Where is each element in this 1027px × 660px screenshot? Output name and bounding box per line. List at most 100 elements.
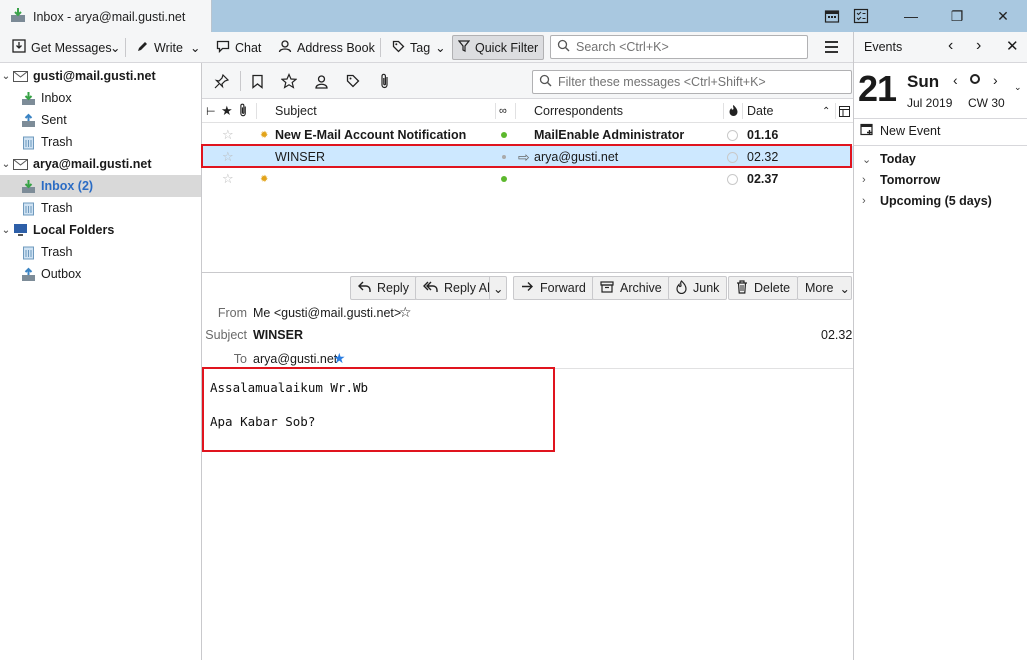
- chevron-down-icon[interactable]: ⌄: [0, 71, 12, 82]
- chevron-down-icon[interactable]: ⌄: [1014, 82, 1022, 93]
- folder-trash[interactable]: Trash: [0, 131, 201, 153]
- previous-day-small-icon[interactable]: ‹: [953, 72, 958, 88]
- address-book-button[interactable]: Address Book: [272, 35, 381, 60]
- unread-dot[interactable]: [501, 168, 507, 190]
- hamburger-menu-button[interactable]: [820, 38, 842, 58]
- star-icon[interactable]: ☆: [222, 124, 234, 146]
- chevron-down-icon[interactable]: ⌄: [0, 159, 12, 170]
- more-button[interactable]: More ⌄: [797, 276, 852, 300]
- write-button[interactable]: Write: [130, 35, 189, 60]
- message-row[interactable]: ☆ ✹ New E-Mail Account Notification Mail…: [202, 124, 853, 146]
- delete-button[interactable]: Delete: [728, 276, 799, 300]
- close-events-icon[interactable]: ✕: [1006, 37, 1019, 55]
- account-arya[interactable]: ⌄ arya@mail.gusti.net: [0, 153, 201, 175]
- reply-all-dropdown[interactable]: ⌄: [489, 276, 508, 300]
- forward-button[interactable]: Forward: [513, 276, 594, 300]
- star-filled-icon[interactable]: ★: [333, 350, 346, 367]
- new-event-button[interactable]: New Event: [860, 122, 940, 139]
- weekday: Sun: [907, 72, 940, 91]
- subject-column-label: Subject: [275, 104, 317, 118]
- read-status-column[interactable]: ∞: [499, 99, 507, 123]
- chevron-down-icon[interactable]: ⌄: [0, 225, 12, 236]
- tag-filter-icon[interactable]: [344, 72, 362, 90]
- events-divider: [854, 145, 1027, 146]
- star-icon[interactable]: ☆: [222, 168, 234, 190]
- search-input[interactable]: Search <Ctrl+K>: [550, 35, 808, 59]
- starred-column[interactable]: ★: [221, 99, 233, 123]
- contact-filter-icon[interactable]: [312, 72, 330, 90]
- message-date: 02.37: [747, 172, 779, 186]
- folder-inbox-selected[interactable]: Inbox (2): [0, 175, 201, 197]
- tasks-icon[interactable]: [851, 6, 871, 26]
- tab-inbox[interactable]: Inbox - arya@mail.gusti.net: [0, 0, 212, 33]
- junk-status-column[interactable]: [729, 99, 738, 123]
- from-value[interactable]: Me <gusti@mail.gusti.net>: [253, 306, 401, 320]
- chevron-down-icon: ⌄: [862, 153, 872, 166]
- correspondents-column-header[interactable]: Correspondents: [534, 99, 623, 123]
- reply-all-button[interactable]: Reply All: [415, 276, 500, 300]
- sticky-pin-icon[interactable]: [212, 72, 230, 90]
- folder-trash[interactable]: Trash: [0, 241, 201, 263]
- reply-icon: [358, 281, 371, 296]
- star-filter-icon[interactable]: [280, 72, 298, 90]
- quick-filter-button[interactable]: Quick Filter: [452, 35, 545, 60]
- message-correspondent: MailEnable Administrator: [534, 128, 685, 142]
- folder-trash[interactable]: Trash: [0, 197, 201, 219]
- events-pane: Events ‹ › ✕ 21 Sun ‹ › Jul 2019 CW 30 ⌄…: [853, 32, 1027, 660]
- folder-inbox[interactable]: Inbox: [0, 87, 201, 109]
- events-divider: [854, 118, 1027, 119]
- junk-status-icon[interactable]: [727, 124, 738, 146]
- star-icon[interactable]: ☆: [399, 304, 412, 321]
- flame-icon: [729, 104, 738, 119]
- chat-button[interactable]: Chat: [210, 35, 267, 60]
- account-local-folders[interactable]: ⌄ Local Folders: [0, 219, 201, 241]
- attachment-column[interactable]: [239, 99, 248, 123]
- junk-button[interactable]: Junk: [668, 276, 728, 300]
- trash-icon: [736, 279, 748, 297]
- get-messages-dropdown[interactable]: ⌄: [106, 35, 124, 60]
- events-group-upcoming[interactable]: › Upcoming (5 days): [862, 194, 992, 208]
- date-column-header[interactable]: Date: [747, 99, 773, 123]
- outbox-icon: [20, 266, 36, 282]
- folder-label: Outbox: [41, 267, 82, 281]
- account-gusti[interactable]: ⌄ gusti@mail.gusti.net: [0, 65, 201, 87]
- column-picker-icon[interactable]: [839, 99, 850, 123]
- calendar-add-icon: [860, 122, 874, 139]
- junk-status-icon[interactable]: [727, 168, 738, 190]
- thread-column-picker[interactable]: ⊢: [206, 99, 216, 123]
- get-messages-button[interactable]: Get Messages: [6, 35, 118, 60]
- minimize-button[interactable]: —: [888, 0, 934, 32]
- unread-filter-icon[interactable]: [248, 72, 266, 90]
- events-group-label: Upcoming (5 days): [880, 194, 992, 208]
- attachment-filter-icon[interactable]: [376, 72, 394, 90]
- delete-label: Delete: [754, 281, 791, 295]
- tag-button[interactable]: Tag ⌄: [386, 35, 452, 60]
- folder-label: Inbox (2): [41, 179, 94, 193]
- calendar-icon[interactable]: [822, 6, 842, 26]
- folder-sent[interactable]: Sent: [0, 109, 201, 131]
- close-button[interactable]: ✕: [980, 0, 1026, 32]
- filter-messages-input[interactable]: Filter these messages <Ctrl+Shift+K>: [532, 70, 852, 94]
- attachment-icon: [239, 103, 248, 120]
- pencil-icon: [136, 40, 149, 56]
- correspondents-column-label: Correspondents: [534, 104, 623, 118]
- write-dropdown[interactable]: ⌄: [186, 35, 204, 60]
- folder-outbox[interactable]: Outbox: [0, 263, 201, 285]
- previous-day-icon[interactable]: ‹: [948, 37, 953, 55]
- today-icon[interactable]: [970, 74, 980, 84]
- next-day-small-icon[interactable]: ›: [993, 72, 998, 88]
- archive-button[interactable]: Archive: [592, 276, 670, 300]
- to-value[interactable]: arya@gusti.net: [253, 352, 337, 366]
- events-group-tomorrow[interactable]: › Tomorrow: [862, 173, 940, 187]
- flame-icon: [676, 279, 687, 297]
- unread-dot[interactable]: [501, 124, 507, 146]
- month-year: Jul 2019: [907, 96, 953, 110]
- message-row[interactable]: ☆ ✹ 02.37: [202, 168, 853, 190]
- next-day-icon[interactable]: ›: [976, 37, 981, 55]
- reply-button[interactable]: Reply: [350, 276, 417, 300]
- events-group-today[interactable]: ⌄ Today: [862, 152, 916, 166]
- account-name: gusti@mail.gusti.net: [33, 69, 156, 83]
- thunderbird-window: Inbox - arya@mail.gusti.net — ❐ ✕ Get Me…: [0, 0, 1027, 660]
- maximize-button[interactable]: ❐: [934, 0, 980, 32]
- subject-column-header[interactable]: Subject: [275, 99, 317, 123]
